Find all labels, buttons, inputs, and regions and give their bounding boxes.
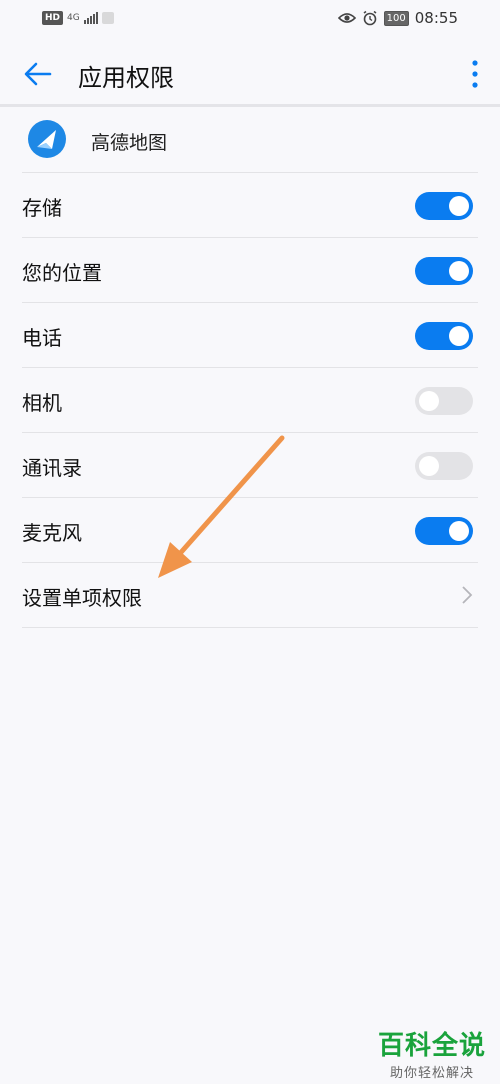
watermark-title: 百科全说 xyxy=(377,1031,486,1061)
annotation-arrow-icon xyxy=(158,435,285,578)
list-bottom-divider xyxy=(22,627,478,628)
single-permission-label: 设置单项权限 xyxy=(22,586,142,610)
more-options-icon[interactable] xyxy=(468,58,482,90)
contacts-toggle[interactable] xyxy=(415,452,473,480)
status-right: 100 08:55 xyxy=(337,9,458,27)
permission-row-storage[interactable]: 存储 xyxy=(22,172,478,237)
permission-label: 相机 xyxy=(22,391,62,415)
alarm-icon xyxy=(363,10,377,26)
header-divider xyxy=(0,104,500,107)
amap-app-icon xyxy=(28,120,66,158)
app-bar: 应用权限 xyxy=(0,44,500,104)
permission-row-phone[interactable]: 电话 xyxy=(22,302,478,367)
network-type: 4G xyxy=(67,12,80,23)
permission-label: 电话 xyxy=(22,326,62,350)
back-arrow-icon[interactable] xyxy=(20,56,56,92)
watermark-subtitle: 助你轻松解决 xyxy=(389,1066,474,1081)
phone-toggle[interactable] xyxy=(415,322,473,350)
permission-row-camera[interactable]: 相机 xyxy=(22,367,478,432)
blurred-icon xyxy=(101,12,114,24)
hd-indicator: HD xyxy=(42,11,64,25)
status-left: HD 4G xyxy=(42,11,114,25)
page-title: 应用权限 xyxy=(78,64,174,92)
watermark: 百科全说 助你轻松解决 xyxy=(378,1025,486,1081)
permission-label: 您的位置 xyxy=(22,261,102,285)
status-bar: HD 4G 100 08:55 xyxy=(0,0,500,40)
app-name: 高德地图 xyxy=(91,132,168,154)
eye-icon xyxy=(337,13,356,23)
camera-toggle[interactable] xyxy=(415,387,473,415)
status-time: 08:55 xyxy=(414,9,458,27)
permission-label: 麦克风 xyxy=(22,521,82,545)
permission-row-location[interactable]: 您的位置 xyxy=(22,237,478,302)
signal-icon xyxy=(83,12,98,24)
location-toggle[interactable] xyxy=(415,257,473,285)
permission-label: 通讯录 xyxy=(22,456,82,480)
storage-toggle[interactable] xyxy=(415,192,473,220)
microphone-toggle[interactable] xyxy=(415,517,473,545)
permission-label: 存储 xyxy=(22,196,62,220)
chevron-right-icon xyxy=(462,586,473,604)
app-info-row: 高德地图 xyxy=(0,112,500,172)
battery-icon: 100 xyxy=(383,10,409,26)
